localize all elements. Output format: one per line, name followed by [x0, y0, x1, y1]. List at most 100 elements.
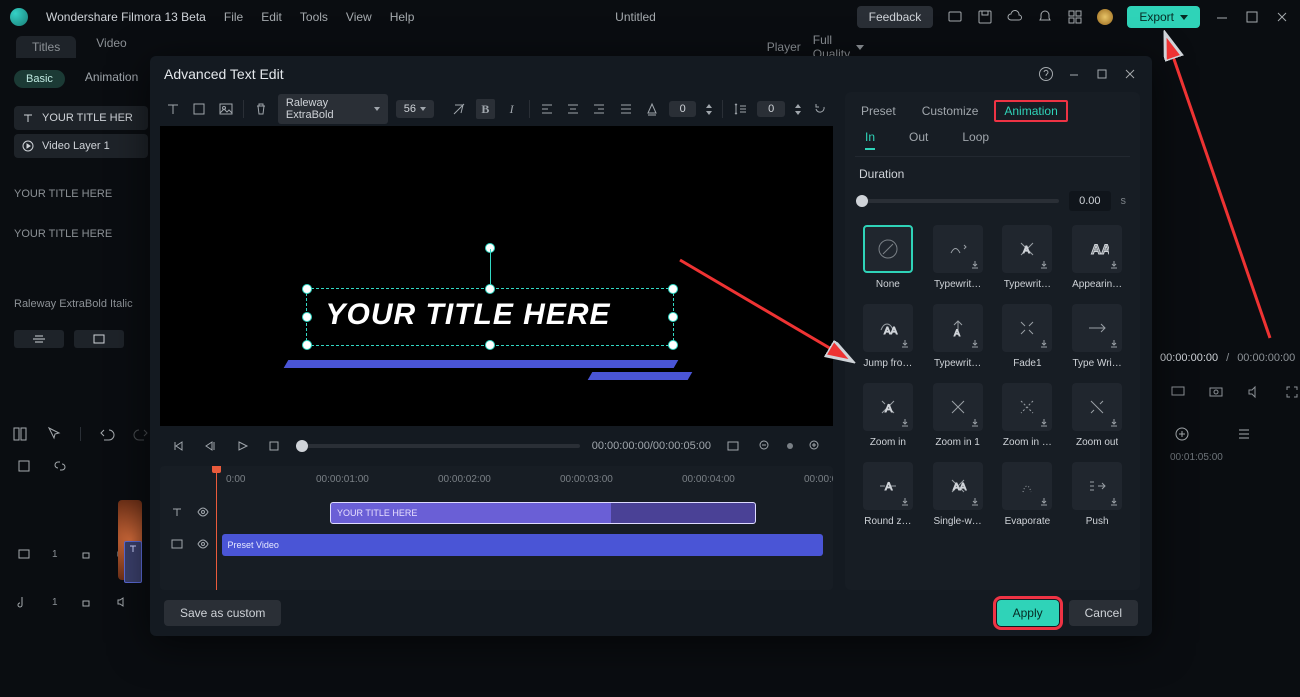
anim-item-7[interactable]: Type Wri… — [1068, 304, 1126, 369]
feedback-button[interactable]: Feedback — [857, 6, 934, 28]
lineheight-value[interactable]: 0 — [757, 101, 784, 117]
save-icon[interactable] — [977, 9, 993, 25]
menu-view[interactable]: View — [346, 10, 372, 24]
align-center-icon[interactable] — [564, 99, 582, 119]
stop-icon[interactable] — [264, 436, 284, 456]
insert-image-icon[interactable] — [217, 99, 235, 119]
eye-icon[interactable] — [196, 505, 212, 522]
video-clip[interactable]: Preset Video — [222, 534, 823, 556]
cursor-icon[interactable] — [46, 426, 62, 442]
anim-item-13[interactable]: AASingle-w… — [929, 462, 987, 527]
mute2-icon[interactable] — [114, 594, 130, 610]
lineheight-spinner[interactable] — [793, 103, 803, 116]
cloud-icon[interactable] — [1007, 9, 1023, 25]
mini-timeline[interactable]: 0:00 00:00:01:00 00:00:02:00 00:00:03:00… — [160, 466, 833, 590]
audio-track-icon[interactable] — [16, 594, 32, 610]
media-icon[interactable] — [16, 458, 32, 474]
anim-item-14[interactable]: Evaporate — [999, 462, 1057, 527]
go-start-icon[interactable] — [168, 436, 188, 456]
menu-edit[interactable]: Edit — [261, 10, 282, 24]
apply-button[interactable]: Apply — [997, 600, 1059, 626]
tab-customize[interactable]: Customize — [922, 104, 979, 118]
anim-item-2[interactable]: ATypewrit… — [999, 225, 1057, 290]
anim-item-5[interactable]: ATypewrit… — [929, 304, 987, 369]
grid-icon[interactable] — [1067, 9, 1083, 25]
font-size-select[interactable]: 56 — [396, 100, 434, 118]
undo-icon[interactable] — [99, 426, 115, 442]
italic-icon[interactable]: I — [503, 99, 521, 119]
layout-icon[interactable] — [12, 426, 28, 442]
anim-item-3[interactable]: AAAppearin… — [1068, 225, 1126, 290]
window-minimize-icon[interactable] — [1214, 9, 1230, 25]
anim-item-4[interactable]: AAJump fro… — [859, 304, 917, 369]
title-clip[interactable]: YOUR TITLE HERE — [330, 502, 756, 524]
anim-item-15[interactable]: Push — [1068, 462, 1126, 527]
lock-icon[interactable] — [78, 546, 94, 562]
anim-item-11[interactable]: Zoom out — [1068, 383, 1126, 448]
delete-icon[interactable] — [252, 99, 270, 119]
subtab-animation[interactable]: Animation — [85, 70, 138, 88]
help-icon[interactable] — [1038, 66, 1054, 82]
dialog-minimize-icon[interactable] — [1066, 66, 1082, 82]
subtab-basic[interactable]: Basic — [14, 70, 65, 88]
timeline-title-clip[interactable] — [124, 541, 142, 583]
subtab-loop[interactable]: Loop — [962, 130, 989, 150]
insert-shape-icon[interactable] — [190, 99, 208, 119]
insert-text-icon[interactable] — [164, 99, 182, 119]
menu-tools[interactable]: Tools — [300, 10, 328, 24]
lock2-icon[interactable] — [78, 594, 94, 610]
step-back-icon[interactable] — [200, 436, 220, 456]
anim-item-10[interactable]: Zoom in … — [999, 383, 1057, 448]
dialog-close-icon[interactable] — [1122, 66, 1138, 82]
link-icon[interactable] — [52, 458, 68, 474]
fit-icon[interactable] — [723, 436, 743, 456]
anim-item-1[interactable]: Typewrit… — [929, 225, 987, 290]
list-icon[interactable] — [1236, 426, 1252, 442]
bold-icon[interactable]: B — [476, 99, 494, 119]
tab-animation[interactable]: Animation — [994, 100, 1067, 122]
play-icon[interactable] — [232, 436, 252, 456]
align-left-icon[interactable] — [538, 99, 556, 119]
anim-item-6[interactable]: Fade1 — [999, 304, 1057, 369]
zoom-out-icon[interactable] — [755, 436, 775, 456]
export-button[interactable]: Export — [1127, 6, 1200, 28]
align-right-icon[interactable] — [590, 99, 608, 119]
line-height-icon[interactable] — [731, 99, 749, 119]
font-select[interactable]: Raleway ExtraBold — [278, 94, 388, 124]
selection-box[interactable] — [306, 288, 674, 346]
zoom-in-icon[interactable] — [805, 436, 825, 456]
duration-value[interactable]: 0.00 — [1069, 191, 1110, 211]
duration-slider[interactable] — [859, 199, 1059, 203]
anim-item-8[interactable]: AZoom in — [859, 383, 917, 448]
avatar-icon[interactable] — [1097, 9, 1113, 25]
anim-item-9[interactable]: Zoom in 1 — [929, 383, 987, 448]
spacing-value[interactable]: 0 — [669, 101, 696, 117]
dialog-maximize-icon[interactable] — [1094, 66, 1110, 82]
save-custom-button[interactable]: Save as custom — [164, 600, 281, 626]
anim-item-0[interactable]: None — [859, 225, 917, 290]
preview-canvas[interactable]: YOUR TITLE HERE — [160, 126, 833, 426]
camera-icon[interactable] — [1208, 384, 1224, 400]
add-track-icon[interactable] — [1174, 426, 1190, 442]
align-control-icon[interactable] — [14, 330, 64, 348]
monitor-icon[interactable] — [1170, 384, 1186, 400]
align-justify-icon[interactable] — [616, 99, 634, 119]
layer-item-title[interactable]: YOUR TITLE HER — [14, 106, 148, 130]
subtab-in[interactable]: In — [865, 130, 875, 150]
menu-file[interactable]: File — [224, 10, 243, 24]
reset-icon[interactable] — [811, 99, 829, 119]
tab-video[interactable]: Video — [96, 36, 126, 58]
tab-preset[interactable]: Preset — [861, 104, 896, 118]
subtab-out[interactable]: Out — [909, 130, 928, 150]
menu-help[interactable]: Help — [390, 10, 415, 24]
eye2-icon[interactable] — [196, 537, 212, 554]
bell-icon[interactable] — [1037, 9, 1053, 25]
clear-format-icon[interactable] — [450, 99, 468, 119]
layer-item-video[interactable]: Video Layer 1 — [14, 134, 148, 158]
transport-slider[interactable] — [296, 444, 580, 448]
preview-player-label[interactable]: Player — [767, 40, 801, 54]
spacing-spinner[interactable] — [704, 103, 714, 116]
anim-item-12[interactable]: ARound z… — [859, 462, 917, 527]
window-close-icon[interactable] — [1274, 9, 1290, 25]
screen-icon[interactable] — [947, 9, 963, 25]
